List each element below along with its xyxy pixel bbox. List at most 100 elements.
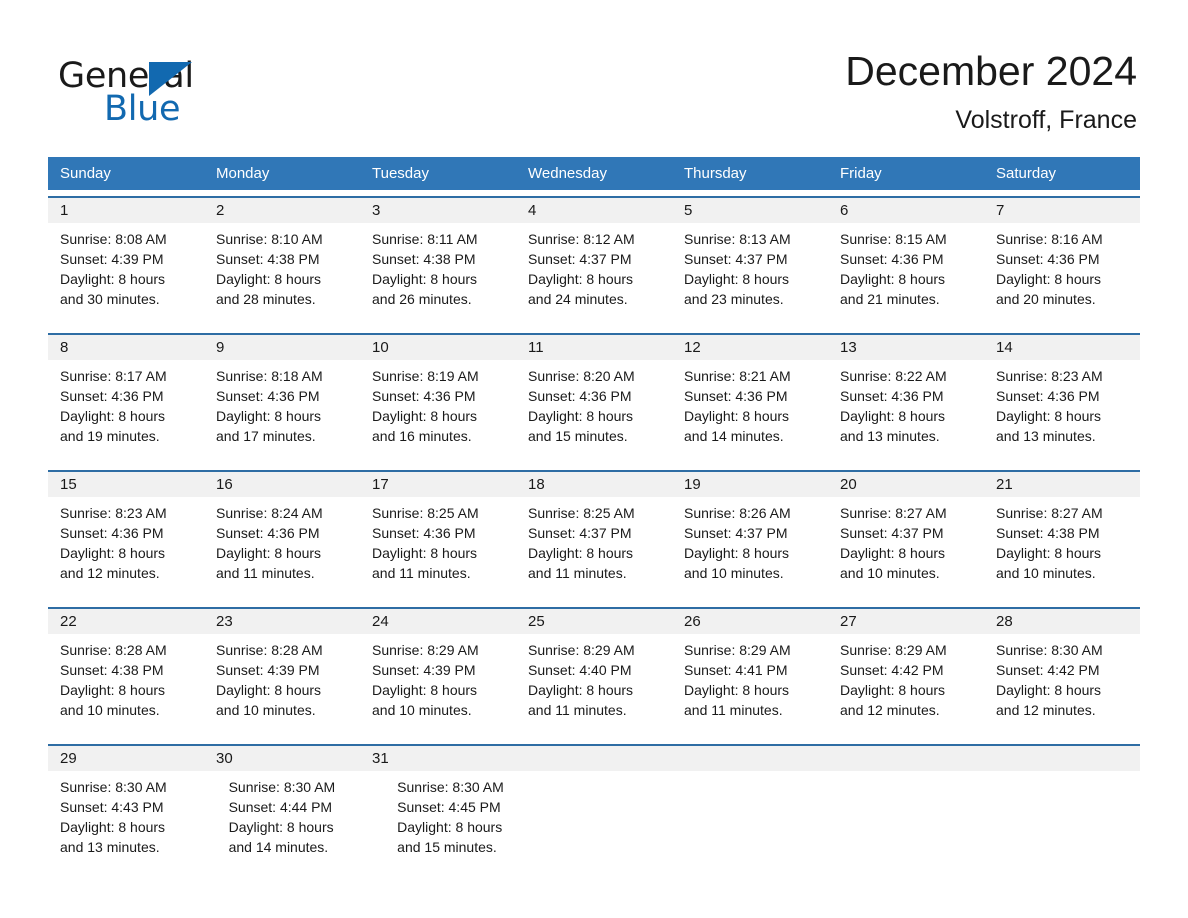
daylight-text-line2: and 13 minutes.	[60, 839, 160, 855]
day-number-empty	[828, 746, 984, 771]
daylight-text-line2: and 19 minutes.	[60, 428, 160, 444]
day-cell[interactable]: Sunrise: 8:25 AM Sunset: 4:36 PM Dayligh…	[360, 497, 516, 601]
day-cell[interactable]: Sunrise: 8:23 AM Sunset: 4:36 PM Dayligh…	[48, 497, 204, 601]
day-number[interactable]: 18	[516, 472, 672, 497]
day-cell[interactable]: Sunrise: 8:28 AM Sunset: 4:39 PM Dayligh…	[204, 634, 360, 738]
sunset-text: Sunset: 4:39 PM	[60, 251, 164, 267]
day-number[interactable]: 14	[984, 335, 1140, 360]
day-number[interactable]: 13	[828, 335, 984, 360]
weekday-header-row: Sunday Monday Tuesday Wednesday Thursday…	[48, 157, 1140, 190]
day-number[interactable]: 8	[48, 335, 204, 360]
day-number[interactable]: 9	[204, 335, 360, 360]
week-row: 22 23 24 25 26 27 28 Sunrise: 8:28 AM Su…	[48, 607, 1140, 738]
daylight-text-line2: and 12 minutes.	[840, 702, 940, 718]
day-cell[interactable]: Sunrise: 8:30 AM Sunset: 4:43 PM Dayligh…	[48, 771, 217, 875]
day-cell[interactable]: Sunrise: 8:30 AM Sunset: 4:45 PM Dayligh…	[385, 771, 554, 875]
day-cell[interactable]: Sunrise: 8:24 AM Sunset: 4:36 PM Dayligh…	[204, 497, 360, 601]
day-cell[interactable]: Sunrise: 8:08 AM Sunset: 4:39 PM Dayligh…	[48, 223, 204, 327]
day-number[interactable]: 27	[828, 609, 984, 634]
day-number[interactable]: 7	[984, 198, 1140, 223]
week-row: 29 30 31 Sunrise: 8:30 AM Sunset: 4:43 P…	[48, 744, 1140, 875]
day-number[interactable]: 31	[360, 746, 516, 771]
week-body: Sunrise: 8:30 AM Sunset: 4:43 PM Dayligh…	[48, 771, 1140, 875]
day-cell[interactable]: Sunrise: 8:27 AM Sunset: 4:37 PM Dayligh…	[828, 497, 984, 601]
day-number[interactable]: 11	[516, 335, 672, 360]
calendar-grid: Sunday Monday Tuesday Wednesday Thursday…	[48, 157, 1140, 875]
day-cell[interactable]: Sunrise: 8:27 AM Sunset: 4:38 PM Dayligh…	[984, 497, 1140, 601]
day-number[interactable]: 26	[672, 609, 828, 634]
daylight-text-line2: and 11 minutes.	[372, 565, 471, 581]
daylight-text-line1: Daylight: 8 hours	[996, 271, 1102, 287]
sunrise-text: Sunrise: 8:22 AM	[840, 368, 947, 384]
sunrise-text: Sunrise: 8:25 AM	[372, 505, 479, 521]
day-number[interactable]: 15	[48, 472, 204, 497]
sunrise-text: Sunrise: 8:23 AM	[60, 505, 167, 521]
day-number[interactable]: 12	[672, 335, 828, 360]
daylight-text-line2: and 13 minutes.	[840, 428, 940, 444]
day-number[interactable]: 20	[828, 472, 984, 497]
day-cell[interactable]: Sunrise: 8:18 AM Sunset: 4:36 PM Dayligh…	[204, 360, 360, 464]
day-number[interactable]: 6	[828, 198, 984, 223]
daylight-text-line2: and 11 minutes.	[684, 702, 783, 718]
day-number[interactable]: 16	[204, 472, 360, 497]
day-cell[interactable]: Sunrise: 8:29 AM Sunset: 4:42 PM Dayligh…	[828, 634, 984, 738]
day-cell[interactable]: Sunrise: 8:17 AM Sunset: 4:36 PM Dayligh…	[48, 360, 204, 464]
day-number[interactable]: 24	[360, 609, 516, 634]
day-cell[interactable]: Sunrise: 8:29 AM Sunset: 4:41 PM Dayligh…	[672, 634, 828, 738]
day-number[interactable]: 2	[204, 198, 360, 223]
day-cell[interactable]: Sunrise: 8:21 AM Sunset: 4:36 PM Dayligh…	[672, 360, 828, 464]
sunrise-text: Sunrise: 8:13 AM	[684, 231, 791, 247]
weekday-friday: Friday	[840, 165, 882, 182]
day-cell[interactable]: Sunrise: 8:29 AM Sunset: 4:39 PM Dayligh…	[360, 634, 516, 738]
day-number[interactable]: 1	[48, 198, 204, 223]
day-cell[interactable]: Sunrise: 8:28 AM Sunset: 4:38 PM Dayligh…	[48, 634, 204, 738]
day-cell[interactable]: Sunrise: 8:11 AM Sunset: 4:38 PM Dayligh…	[360, 223, 516, 327]
daylight-text-line1: Daylight: 8 hours	[216, 408, 322, 424]
week-body: Sunrise: 8:08 AM Sunset: 4:39 PM Dayligh…	[48, 223, 1140, 327]
day-number[interactable]: 10	[360, 335, 516, 360]
day-cell[interactable]: Sunrise: 8:20 AM Sunset: 4:36 PM Dayligh…	[516, 360, 672, 464]
sunset-text: Sunset: 4:42 PM	[840, 662, 944, 678]
daylight-text-line2: and 11 minutes.	[528, 702, 627, 718]
day-number[interactable]: 22	[48, 609, 204, 634]
day-cell[interactable]: Sunrise: 8:12 AM Sunset: 4:37 PM Dayligh…	[516, 223, 672, 327]
day-cell[interactable]: Sunrise: 8:19 AM Sunset: 4:36 PM Dayligh…	[360, 360, 516, 464]
daylight-text-line2: and 11 minutes.	[216, 565, 315, 581]
daylight-text-line1: Daylight: 8 hours	[528, 545, 634, 561]
day-number[interactable]: 23	[204, 609, 360, 634]
sunset-text: Sunset: 4:36 PM	[684, 388, 788, 404]
day-cell[interactable]: Sunrise: 8:26 AM Sunset: 4:37 PM Dayligh…	[672, 497, 828, 601]
day-cell[interactable]: Sunrise: 8:30 AM Sunset: 4:44 PM Dayligh…	[217, 771, 386, 875]
day-cell[interactable]: Sunrise: 8:22 AM Sunset: 4:36 PM Dayligh…	[828, 360, 984, 464]
weekday-sunday: Sunday	[60, 165, 111, 182]
sunrise-text: Sunrise: 8:21 AM	[684, 368, 791, 384]
day-cell[interactable]: Sunrise: 8:10 AM Sunset: 4:38 PM Dayligh…	[204, 223, 360, 327]
day-number[interactable]: 3	[360, 198, 516, 223]
day-number[interactable]: 17	[360, 472, 516, 497]
day-number[interactable]: 19	[672, 472, 828, 497]
day-cell[interactable]: Sunrise: 8:15 AM Sunset: 4:36 PM Dayligh…	[828, 223, 984, 327]
week-body: Sunrise: 8:17 AM Sunset: 4:36 PM Dayligh…	[48, 360, 1140, 464]
daylight-text-line1: Daylight: 8 hours	[840, 682, 946, 698]
daylight-text-line2: and 21 minutes.	[840, 291, 940, 307]
daylight-text-line1: Daylight: 8 hours	[60, 408, 166, 424]
day-number[interactable]: 30	[204, 746, 360, 771]
day-cell[interactable]: Sunrise: 8:16 AM Sunset: 4:36 PM Dayligh…	[984, 223, 1140, 327]
day-number[interactable]: 28	[984, 609, 1140, 634]
day-cell[interactable]: Sunrise: 8:30 AM Sunset: 4:42 PM Dayligh…	[984, 634, 1140, 738]
day-number[interactable]: 29	[48, 746, 204, 771]
page-title: December 2024	[845, 48, 1137, 94]
day-cell[interactable]: Sunrise: 8:25 AM Sunset: 4:37 PM Dayligh…	[516, 497, 672, 601]
daylight-text-line1: Daylight: 8 hours	[372, 408, 478, 424]
day-cell[interactable]: Sunrise: 8:29 AM Sunset: 4:40 PM Dayligh…	[516, 634, 672, 738]
day-cell[interactable]: Sunrise: 8:23 AM Sunset: 4:36 PM Dayligh…	[984, 360, 1140, 464]
daylight-text-line2: and 11 minutes.	[528, 565, 627, 581]
day-number[interactable]: 21	[984, 472, 1140, 497]
sunrise-text: Sunrise: 8:19 AM	[372, 368, 479, 384]
day-number[interactable]: 25	[516, 609, 672, 634]
general-blue-logo[interactable]: General Blue	[58, 56, 358, 136]
day-number[interactable]: 5	[672, 198, 828, 223]
day-cell[interactable]: Sunrise: 8:13 AM Sunset: 4:37 PM Dayligh…	[672, 223, 828, 327]
day-number[interactable]: 4	[516, 198, 672, 223]
sunrise-text: Sunrise: 8:16 AM	[996, 231, 1103, 247]
